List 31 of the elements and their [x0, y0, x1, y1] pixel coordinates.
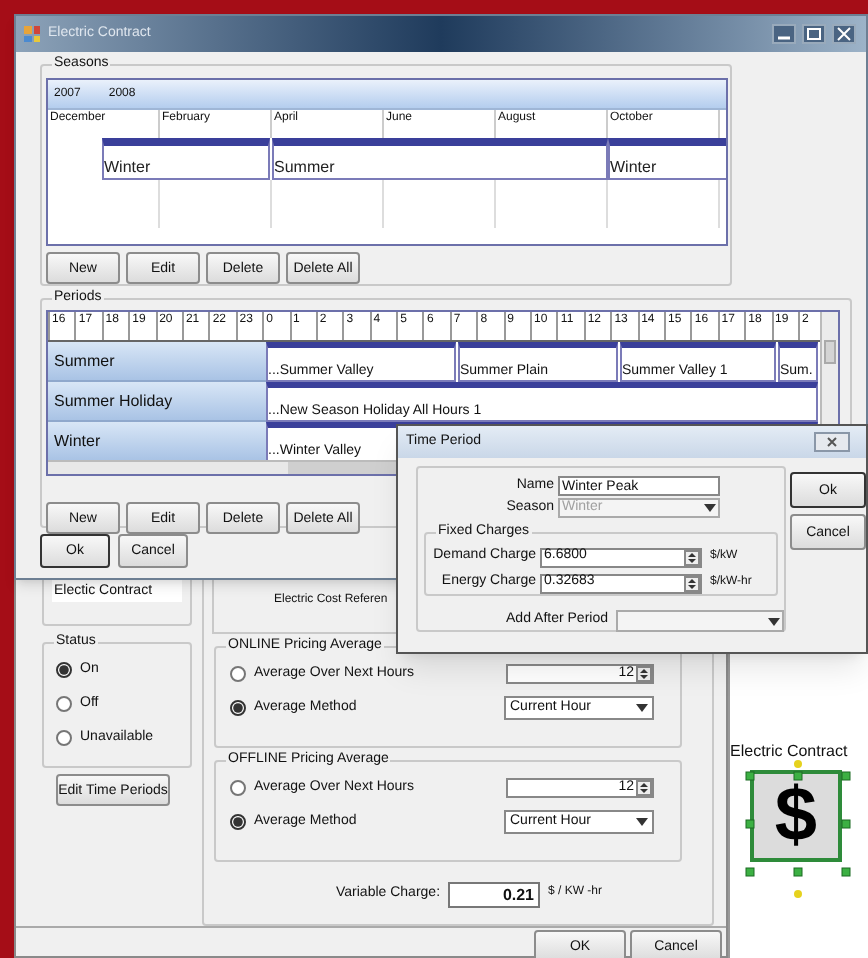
- charge-field[interactable]: 0.21: [448, 882, 541, 908]
- radio-button[interactable]: [56, 662, 72, 678]
- radio-button[interactable]: [56, 696, 72, 712]
- maximize-icon[interactable]: [800, 24, 828, 44]
- caret-icon: [636, 818, 648, 826]
- spin-arrows-icon[interactable]: [636, 780, 652, 796]
- minimize-icon[interactable]: [770, 24, 798, 44]
- spin-arrows-icon[interactable]: [684, 549, 700, 565]
- radio-button[interactable]: [56, 730, 72, 746]
- row-header[interactable]: Winter: [48, 422, 266, 462]
- node-label: Electric Contract: [730, 740, 848, 764]
- selection-handles-drawing[interactable]: [744, 760, 852, 900]
- caret-icon: [768, 617, 780, 625]
- caret-icon: [704, 503, 716, 512]
- app-icon: [24, 26, 40, 42]
- season-bar[interactable]: Winter: [102, 138, 270, 180]
- season-bar[interactable]: Winter: [608, 138, 726, 180]
- spin-arrows-icon[interactable]: [684, 575, 700, 591]
- radio-button[interactable]: [230, 700, 246, 716]
- close-icon[interactable]: [830, 24, 858, 44]
- season-bar[interactable]: Summer: [272, 138, 608, 180]
- radio-button[interactable]: [230, 666, 246, 682]
- caret-icon: [636, 704, 648, 712]
- scroll-thumb[interactable]: [824, 340, 836, 364]
- radio-button[interactable]: [230, 814, 246, 830]
- spin-arrows-icon[interactable]: [636, 666, 652, 682]
- row-header[interactable]: Summer: [48, 342, 266, 382]
- dollar-node[interactable]: $: [750, 770, 842, 862]
- radio-button[interactable]: [230, 780, 246, 796]
- row-header[interactable]: Summer Holiday: [48, 382, 266, 422]
- close-icon[interactable]: [814, 432, 850, 452]
